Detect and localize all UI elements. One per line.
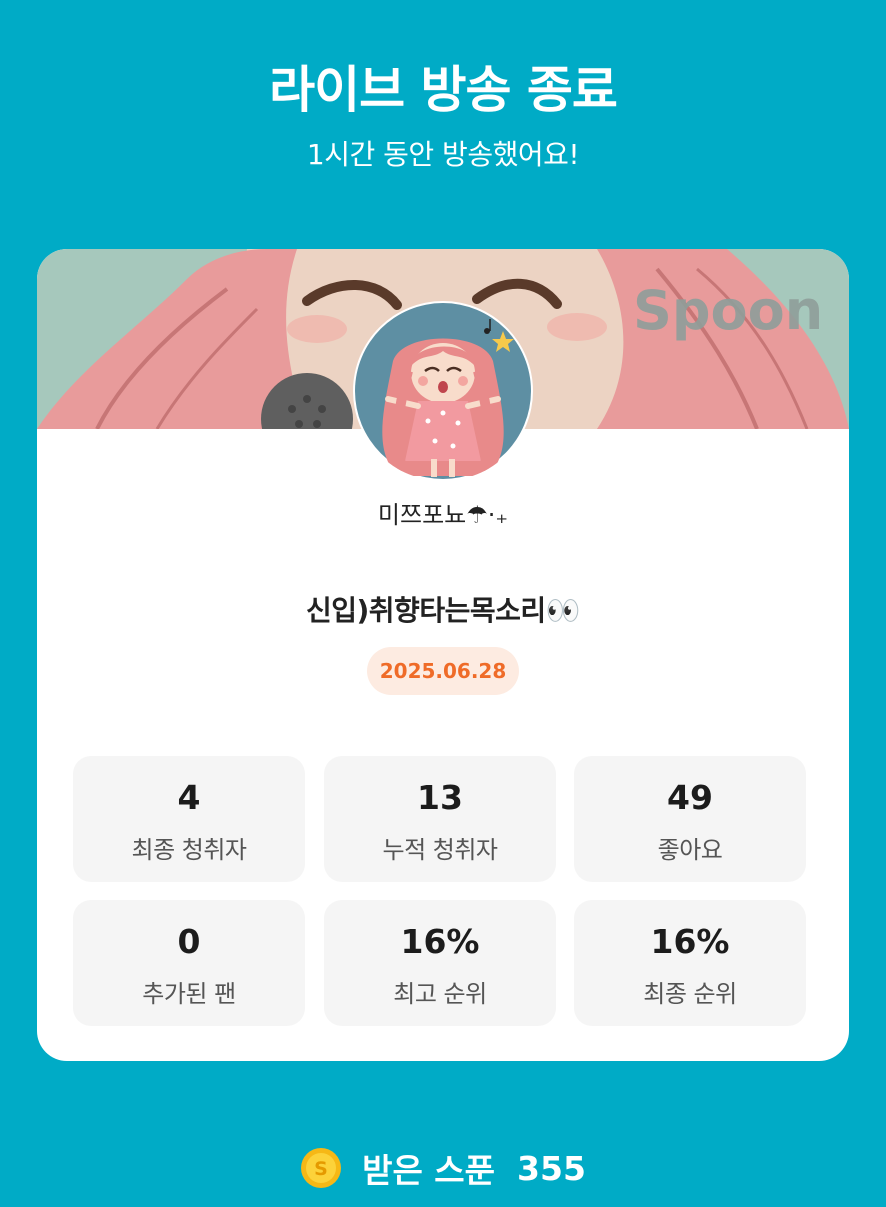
stat-label: 최고 순위 [393, 980, 487, 1008]
page-title: 라이브 방송 종료 [269, 61, 618, 119]
stat-value: 4 [177, 778, 201, 817]
broadcast-summary-card: Spoon 미쯔포뇨☂︎·₊ 신입)취향타는목소리👀 2025.06.28 4 … [37, 249, 849, 1061]
broadcast-date-badge: 2025.06.28 [367, 647, 519, 695]
stat-cumulative-listeners: 13 누적 청취자 [324, 756, 556, 882]
received-spoons: S 받은 스푼 355 [0, 1143, 886, 1193]
received-spoons-count: 355 [517, 1148, 586, 1188]
spoon-coin-icon: S [300, 1147, 342, 1189]
stat-best-rank: 16% 최고 순위 [324, 900, 556, 1026]
stat-value: 16% [400, 922, 480, 961]
stat-value: 16% [650, 922, 730, 961]
stat-label: 누적 청취자 [382, 836, 498, 864]
svg-text:S: S [314, 1158, 328, 1180]
stat-value: 0 [177, 922, 201, 961]
spoon-watermark: Spoon [633, 279, 823, 342]
stat-final-rank: 16% 최종 순위 [574, 900, 806, 1026]
stat-likes: 49 좋아요 [574, 756, 806, 882]
stat-label: 최종 청취자 [131, 836, 247, 864]
stat-final-listeners: 4 최종 청취자 [73, 756, 305, 882]
stat-label: 좋아요 [657, 836, 723, 864]
broadcast-title: 신입)취향타는목소리👀 [305, 594, 581, 627]
avatar[interactable] [353, 301, 533, 481]
stat-label: 최종 순위 [643, 980, 737, 1008]
streamer-username: 미쯔포뇨☂︎·₊ [377, 501, 509, 529]
broadcast-duration-text: 1시간 동안 방송했어요! [306, 138, 580, 171]
received-spoons-label: 받은 스푼 [362, 1151, 496, 1190]
stat-new-fans: 0 추가된 팬 [73, 900, 305, 1026]
stat-value: 49 [667, 778, 713, 817]
stat-value: 13 [417, 778, 463, 817]
stat-label: 추가된 팬 [142, 980, 236, 1008]
